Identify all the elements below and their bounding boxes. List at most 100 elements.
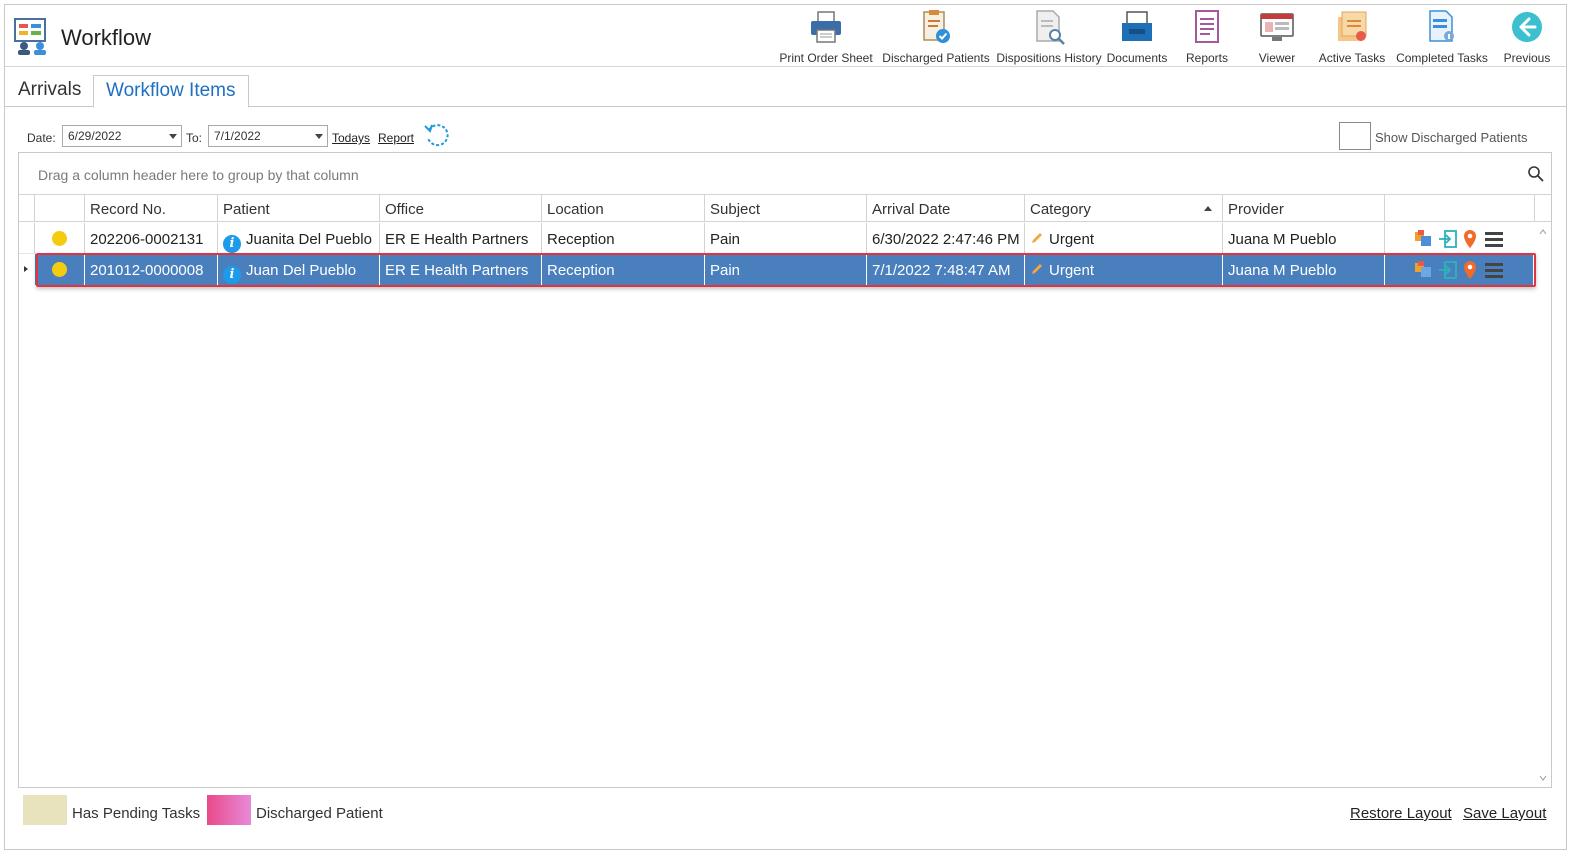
table-row[interactable]: 202206-0002131 i Juanita Del Pueblo ER E …	[19, 223, 1533, 254]
patient-cell: i Juanita Del Pueblo	[218, 223, 380, 254]
row-indicator-header	[19, 195, 35, 222]
toolbar-label: Viewer	[1258, 51, 1296, 65]
row-indicator-cell	[19, 254, 35, 285]
date-to-picker[interactable]: 7/1/2022	[208, 125, 328, 147]
location-pin-icon[interactable]	[1459, 228, 1481, 250]
arrival-date-cell: 6/30/2022 2:47:46 PM	[867, 223, 1025, 254]
printer-icon	[811, 11, 841, 43]
category-label: Urgent	[1049, 231, 1095, 248]
pending-tasks-swatch	[23, 795, 67, 825]
status-cell	[35, 223, 85, 254]
category-label: Urgent	[1049, 262, 1095, 279]
column-header-location[interactable]: Location	[542, 195, 705, 222]
provider-cell: Juana M Pueblo	[1223, 223, 1385, 254]
toolbar-label: Previous	[1503, 51, 1551, 65]
pencil-icon	[1032, 264, 1042, 274]
record-no-cell: 202206-0002131	[85, 223, 218, 254]
filter-bar: Date: 6/29/2022 To: 7/1/2022 Todays Repo…	[5, 107, 1566, 153]
info-icon[interactable]: i	[223, 266, 241, 284]
documents-button[interactable]: Documents	[1102, 7, 1172, 65]
patient-name: Juan Del Pueblo	[246, 262, 357, 279]
menu-icon[interactable]	[1483, 259, 1505, 281]
sort-ascending-icon	[1204, 206, 1212, 211]
toolbar-label: Print Order Sheet	[779, 51, 873, 65]
completed-tasks-icon	[1429, 10, 1454, 42]
tasks-icon[interactable]	[1413, 259, 1435, 281]
status-cell	[35, 254, 85, 285]
category-cell: Urgent	[1025, 254, 1223, 285]
group-by-panel[interactable]: Drag a column header here to group by th…	[19, 153, 1551, 195]
status-column-header[interactable]	[35, 195, 85, 222]
office-cell: ER E Health Partners	[380, 223, 542, 254]
previous-icon	[1512, 12, 1542, 42]
column-header-provider[interactable]: Provider	[1223, 195, 1385, 222]
tab-arrivals[interactable]: Arrivals	[6, 75, 93, 107]
save-layout-link[interactable]: Save Layout	[1463, 805, 1546, 822]
location-cell: Reception	[542, 223, 705, 254]
subject-cell: Pain	[705, 223, 867, 254]
check-in-icon[interactable]	[1437, 228, 1459, 250]
scroll-down-icon[interactable]	[1538, 773, 1548, 783]
workflow-window: Workflow Print Order Sheet Discharged Pa…	[4, 4, 1567, 850]
row-indicator-cell	[19, 223, 35, 254]
status-dot-icon	[52, 231, 67, 246]
page-title: Workflow	[61, 25, 152, 50]
pencil-icon	[1032, 233, 1042, 243]
location-cell: Reception	[542, 254, 705, 285]
tab-workflow-items[interactable]: Workflow Items	[93, 75, 249, 108]
info-icon[interactable]: i	[223, 235, 241, 253]
search-icon[interactable]	[1527, 165, 1545, 183]
completed-tasks-button[interactable]: Completed Tasks	[1392, 7, 1492, 65]
column-header-arrival-date[interactable]: Arrival Date	[867, 195, 1025, 222]
refresh-icon[interactable]	[423, 122, 451, 150]
toolbar-label: Completed Tasks	[1396, 51, 1488, 65]
actions-column-header	[1385, 195, 1535, 222]
menu-icon[interactable]	[1483, 228, 1505, 250]
tasks-icon[interactable]	[1413, 228, 1435, 250]
column-header-category[interactable]: Category	[1025, 195, 1223, 222]
column-header-record-no[interactable]: Record No.	[85, 195, 218, 222]
column-header-office[interactable]: Office	[380, 195, 542, 222]
group-by-hint: Drag a column header here to group by th…	[38, 167, 359, 183]
show-discharged-checkbox[interactable]	[1339, 122, 1371, 150]
report-link[interactable]: Report	[378, 131, 414, 145]
workflow-logo-icon	[14, 18, 46, 55]
todays-link[interactable]: Todays	[332, 131, 370, 145]
app-header: Workflow Print Order Sheet Discharged Pa…	[5, 5, 1566, 67]
active-tasks-button[interactable]: Active Tasks	[1312, 7, 1392, 65]
subject-cell: Pain	[705, 254, 867, 285]
dispositions-history-icon	[1036, 10, 1065, 45]
tab-strip: Arrivals Workflow Items	[5, 67, 1566, 108]
column-header-subject[interactable]: Subject	[705, 195, 867, 222]
date-from-picker[interactable]: 6/29/2022	[62, 125, 182, 147]
reports-button[interactable]: Reports	[1172, 7, 1242, 65]
scroll-up-icon[interactable]	[1538, 227, 1548, 237]
reports-icon	[1195, 10, 1219, 43]
location-pin-icon[interactable]	[1459, 259, 1481, 281]
check-in-icon[interactable]	[1437, 259, 1459, 281]
viewer-button[interactable]: Viewer	[1242, 7, 1312, 65]
previous-button[interactable]: Previous	[1492, 7, 1562, 65]
patient-cell: i Juan Del Pueblo	[218, 254, 380, 285]
viewer-icon	[1260, 13, 1294, 41]
current-row-arrow-icon	[24, 266, 28, 272]
dispositions-history-button[interactable]: Dispositions History	[992, 7, 1106, 65]
workflow-grid: Drag a column header here to group by th…	[18, 152, 1552, 788]
actions-cell	[1385, 223, 1533, 254]
arrival-date-cell: 7/1/2022 7:48:47 AM	[867, 254, 1025, 285]
chevron-down-icon[interactable]	[315, 134, 323, 139]
column-header-patient[interactable]: Patient	[218, 195, 380, 222]
documents-icon	[1122, 11, 1152, 41]
print-order-sheet-button[interactable]: Print Order Sheet	[776, 7, 876, 65]
toolbar-label: Dispositions History	[996, 51, 1102, 65]
toolbar-label: Discharged Patients	[882, 51, 990, 65]
date-to-value: 7/1/2022	[214, 129, 261, 143]
toolbar-label: Active Tasks	[1318, 51, 1386, 65]
office-cell: ER E Health Partners	[380, 254, 542, 285]
table-row-selected[interactable]: 201012-0000008 i Juan Del Pueblo ER E Hea…	[19, 254, 1533, 285]
discharged-patient-swatch	[207, 795, 251, 825]
record-no-cell: 201012-0000008	[85, 254, 218, 285]
restore-layout-link[interactable]: Restore Layout	[1350, 805, 1452, 822]
chevron-down-icon[interactable]	[169, 134, 177, 139]
discharged-patients-button[interactable]: Discharged Patients	[880, 7, 992, 65]
